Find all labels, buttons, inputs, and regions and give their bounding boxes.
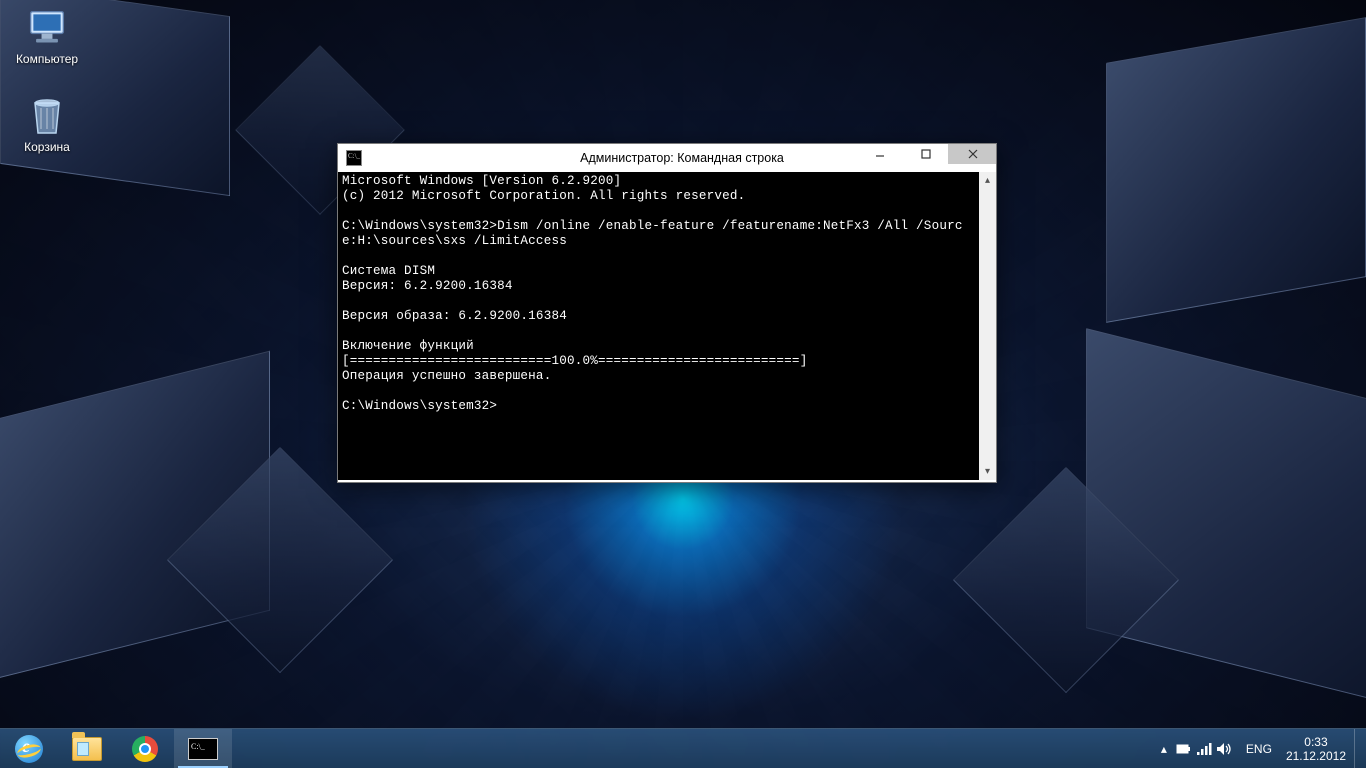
scrollbar-vertical[interactable]: ▴ ▾ [979, 172, 996, 480]
show-hidden-icons-button[interactable]: ▴ [1154, 729, 1174, 768]
power-icon[interactable] [1174, 729, 1194, 768]
computer-icon [23, 6, 71, 50]
scroll-up-button[interactable]: ▴ [979, 172, 996, 189]
internet-explorer-icon [15, 735, 43, 763]
clock-time: 0:33 [1286, 735, 1346, 749]
wallpaper-decor [1086, 328, 1366, 708]
volume-icon[interactable] [1214, 729, 1234, 768]
console-surface[interactable]: Microsoft Windows [Version 6.2.9200] (c)… [338, 172, 996, 480]
window-controls [856, 144, 996, 164]
taskbar-app-cmd[interactable] [174, 729, 232, 768]
wallpaper-decor [1106, 17, 1366, 323]
desktop-icon-recycle-bin[interactable]: Корзина [10, 94, 84, 154]
cmd-icon [188, 738, 218, 760]
clock-date: 21.12.2012 [1286, 749, 1346, 763]
scroll-down-button[interactable]: ▾ [979, 463, 996, 480]
taskbar-app-explorer[interactable] [58, 729, 116, 768]
recycle-bin-icon [23, 94, 71, 138]
command-prompt-window[interactable]: Администратор: Командная строка Microsof… [337, 143, 997, 483]
close-button[interactable] [948, 144, 996, 164]
language-indicator[interactable]: ENG [1240, 742, 1278, 756]
desktop-icon-label: Корзина [10, 140, 84, 154]
taskbar-pinned-apps [0, 729, 232, 768]
chrome-icon [132, 736, 158, 762]
desktop-icon-label: Компьютер [10, 52, 84, 66]
cmd-app-icon [346, 150, 362, 166]
file-explorer-icon [72, 737, 102, 761]
taskbar: ▴ ENG 0:33 21.12.2012 [0, 728, 1366, 768]
show-desktop-button[interactable] [1354, 729, 1362, 768]
taskbar-app-chrome[interactable] [116, 729, 174, 768]
taskbar-app-ie[interactable] [0, 729, 58, 768]
window-titlebar[interactable]: Администратор: Командная строка [338, 144, 996, 172]
network-icon[interactable] [1194, 729, 1214, 768]
maximize-button[interactable] [902, 144, 948, 164]
taskbar-tray: ▴ ENG 0:33 21.12.2012 [1154, 729, 1366, 768]
console-output: Microsoft Windows [Version 6.2.9200] (c)… [338, 172, 996, 414]
window-client-area: Microsoft Windows [Version 6.2.9200] (c)… [338, 172, 996, 482]
taskbar-clock[interactable]: 0:33 21.12.2012 [1278, 735, 1354, 763]
minimize-button[interactable] [856, 144, 902, 164]
desktop-icon-computer[interactable]: Компьютер [10, 6, 84, 66]
